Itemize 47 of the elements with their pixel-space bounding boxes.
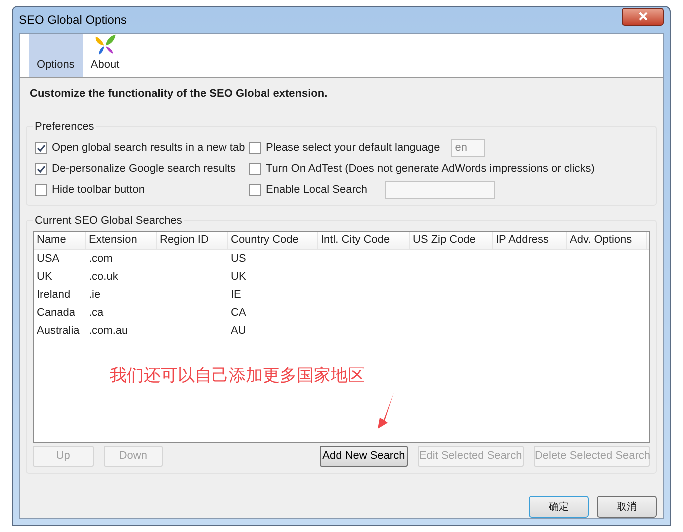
heading-text: Customize the functionality of the SEO Global extension. — [30, 86, 329, 102]
table-cell-text: AU — [230, 324, 248, 339]
checkbox[interactable] — [249, 163, 261, 175]
column-header[interactable]: Extension — [86, 232, 157, 249]
column-header[interactable]: US Zip Code — [410, 232, 493, 249]
table-cell-text: IE — [230, 288, 242, 303]
table-cell-text: .com.au — [88, 324, 130, 339]
arrow-icon — [376, 392, 396, 430]
tab[interactable]: Options — [29, 34, 83, 76]
table-cell-text: Australia — [36, 324, 81, 339]
checkbox-label: Hide toolbar button — [52, 182, 145, 198]
checkbox[interactable] — [35, 163, 47, 175]
column-header[interactable]: IP Address — [493, 232, 567, 249]
checkbox-label: Enable Local Search — [266, 182, 368, 198]
text-field[interactable] — [384, 181, 495, 199]
table-cell-text: .com — [88, 252, 114, 267]
column-header[interactable]: Region ID — [157, 232, 228, 249]
table-cell-text: Ireland — [36, 288, 72, 303]
checkbox[interactable] — [35, 142, 47, 154]
dialog-button[interactable]: 确定 — [529, 496, 589, 518]
table-cell-text: CA — [230, 306, 248, 321]
table-cell-text: .ca — [88, 306, 105, 321]
dialog-button[interactable]: 取消 — [597, 496, 657, 518]
column-header[interactable]: Country Code — [228, 232, 318, 249]
checkbox[interactable] — [249, 142, 261, 154]
table-cell-text: .ie — [88, 288, 102, 303]
table-cell-text: Canada — [36, 306, 77, 321]
column-header[interactable]: Intl. City Code — [318, 232, 410, 249]
column-header[interactable]: Adv. Options — [567, 232, 647, 249]
search-button[interactable]: Add New Search — [320, 446, 408, 467]
checkbox-label: Open global search results in a new tab — [52, 140, 246, 156]
checkbox-label: Turn On AdTest (Does not generate AdWords impressions or clicks) — [266, 162, 595, 177]
tab[interactable]: About — [82, 34, 128, 76]
table-cell-text: USA — [36, 252, 61, 267]
table-cell-text: US — [230, 252, 248, 267]
checkbox[interactable] — [249, 184, 261, 196]
checkbox-label: Please select your default language — [266, 140, 440, 156]
column-header[interactable]: Name — [34, 232, 86, 249]
annotation-text: 我们还可以自己添加更多国家地区 — [110, 365, 365, 388]
window-title: SEO Global Options — [19, 12, 128, 29]
checkbox[interactable] — [35, 184, 47, 196]
table-cell-text: .co.uk — [88, 270, 120, 285]
table-cell-text: UK — [36, 270, 54, 285]
close-icon — [638, 12, 648, 22]
close-button[interactable] — [622, 8, 664, 26]
checkbox-label: De-personalize Google search results — [52, 162, 236, 177]
table-cell-text: UK — [230, 270, 248, 285]
